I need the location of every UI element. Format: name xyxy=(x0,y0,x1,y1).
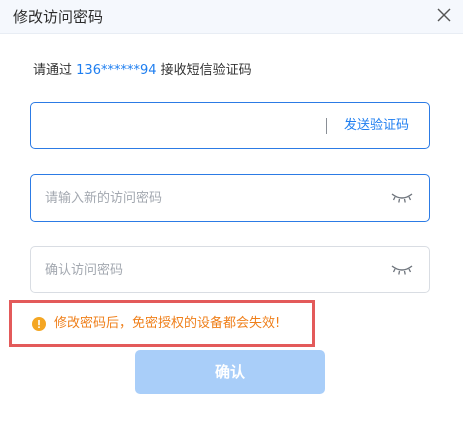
warning-icon xyxy=(32,317,46,331)
field-divider xyxy=(326,118,327,134)
close-icon[interactable] xyxy=(435,6,453,24)
warning-text: 修改密码后，免密授权的设备都会失效! xyxy=(54,316,281,331)
new-password-input[interactable] xyxy=(45,187,335,209)
masked-phone: 136******94 xyxy=(76,63,157,78)
change-password-dialog: 修改访问密码 请通过 136******94 接收短信验证码 发送验证码 修改密… xyxy=(0,0,463,427)
confirm-password-field xyxy=(30,246,430,293)
sms-hint: 请通过 136******94 接收短信验证码 xyxy=(33,62,252,80)
confirm-password-input[interactable] xyxy=(45,259,335,281)
eye-closed-icon[interactable] xyxy=(391,192,413,204)
new-password-field xyxy=(30,174,430,222)
hint-prefix: 请通过 xyxy=(33,63,73,78)
dialog-title: 修改访问密码 xyxy=(13,8,104,26)
dialog-header: 修改访问密码 xyxy=(0,0,463,34)
confirm-button[interactable]: 确认 xyxy=(135,350,325,394)
hint-suffix: 接收短信验证码 xyxy=(160,63,252,78)
verification-code-field: 发送验证码 xyxy=(30,102,430,149)
warning-highlight: 修改密码后，免密授权的设备都会失效! xyxy=(9,300,315,347)
send-code-button[interactable]: 发送验证码 xyxy=(344,117,409,135)
verification-code-input[interactable] xyxy=(45,115,335,137)
eye-closed-icon[interactable] xyxy=(391,264,413,276)
